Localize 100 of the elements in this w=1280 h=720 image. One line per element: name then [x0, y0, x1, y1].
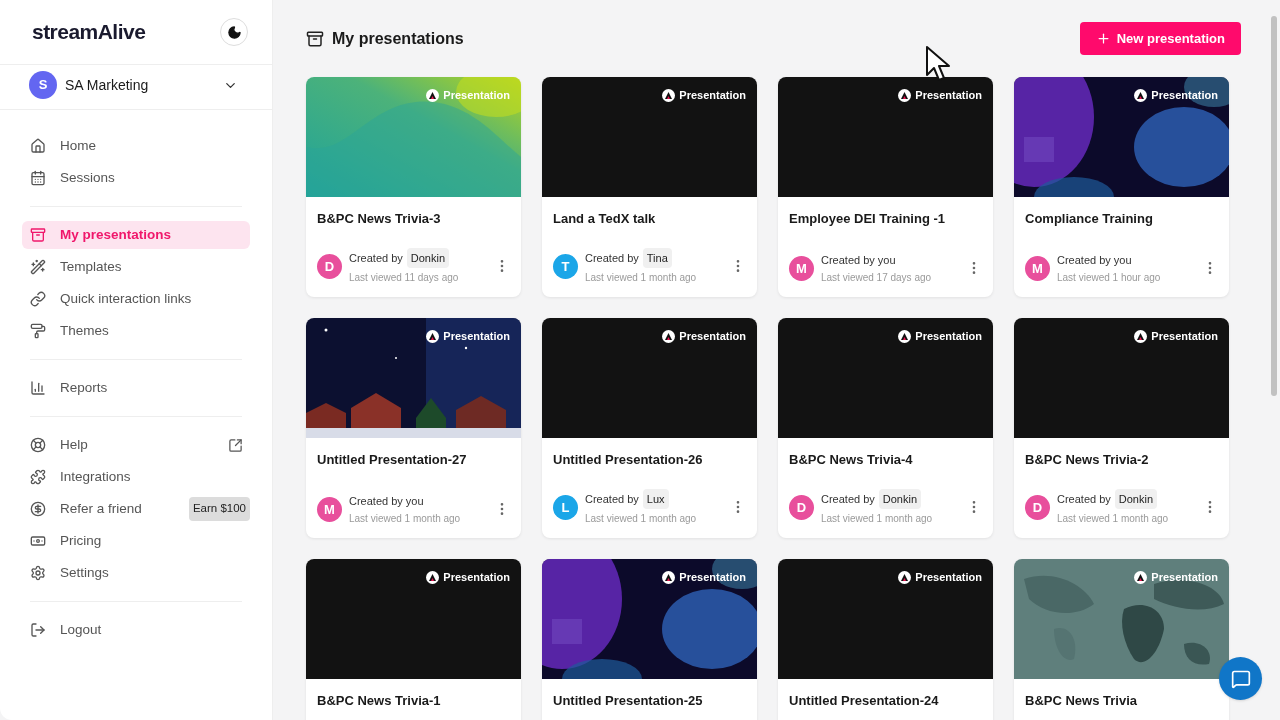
logout-icon [30, 622, 46, 638]
type-label: Presentation [1151, 88, 1218, 103]
created-by-text: Created by [349, 250, 403, 266]
type-label: Presentation [679, 329, 746, 344]
created-by-text: Created by [585, 250, 639, 266]
avatar: L [553, 494, 578, 520]
archive-icon [306, 29, 324, 48]
paint-roller-icon [30, 323, 46, 339]
type-label: Presentation [1151, 570, 1218, 585]
earn-badge: Earn $100 [188, 497, 250, 521]
presentation-title: B&PC News Trivia-2 [1025, 451, 1150, 469]
presentation-card[interactable]: Presentation Untitled Presentation-25 [542, 559, 757, 720]
presentation-title: B&PC News Trivia [1025, 692, 1138, 710]
presentation-card[interactable]: Presentation B&PC News Trivia-3 D Created by Donkin Last viewed 11 days ago [306, 77, 521, 297]
logo-icon [898, 88, 912, 102]
workspace-selector[interactable]: S SA Marketing [0, 65, 272, 105]
presentation-title: Compliance Training [1025, 210, 1154, 228]
logo-icon [1134, 88, 1148, 102]
nav-item[interactable]: Integrations [22, 463, 250, 491]
creator-tag: Donkin [878, 488, 922, 509]
last-viewed-text: Last viewed 1 hour ago [1057, 271, 1162, 285]
presentation-card[interactable]: Presentation Land a TedX talk T Created by Tina Last viewed 1 month ago [542, 77, 757, 297]
avatar: M [1025, 255, 1050, 281]
type-label: Presentation [679, 88, 746, 103]
presentation-title: Land a TedX talk [553, 210, 657, 228]
link-icon [30, 291, 46, 307]
presentation-title: B&PC News Trivia-4 [789, 451, 914, 469]
nav-item[interactable]: Sessions [22, 164, 250, 192]
banknote-icon [30, 533, 46, 549]
logo-icon [1134, 570, 1148, 584]
page-title: My presentations [332, 28, 464, 49]
created-by-text: Created by you [349, 493, 424, 509]
nav-item[interactable]: Reports [22, 374, 250, 402]
help-icon [30, 437, 46, 453]
created-by-text: Created by [585, 491, 639, 507]
presentation-card[interactable]: Presentation Compliance Training M Created by you Last viewed 1 hour ago [1014, 77, 1229, 297]
plus-icon [1095, 31, 1111, 46]
creator-tag: Donkin [1114, 488, 1158, 509]
nav-item[interactable]: Logout [22, 616, 250, 644]
avatar: D [1025, 494, 1050, 520]
nav-item[interactable]: Refer a friend Earn $100 [22, 495, 250, 523]
created-by-text: Created by [1057, 491, 1111, 507]
avatar: T [553, 253, 578, 279]
created-by-text: Created by you [1057, 252, 1132, 268]
last-viewed-text: Last viewed 1 month ago [1057, 512, 1170, 526]
last-viewed-text: Last viewed 1 month ago [585, 271, 698, 285]
bar-chart-icon [30, 380, 46, 396]
nav-item[interactable]: Quick interaction links [22, 285, 250, 313]
home-icon [30, 138, 46, 154]
presentation-card[interactable]: Presentation Employee DEI Training -1 M Created by you Last viewed 17 days ago [778, 77, 993, 297]
nav-item[interactable]: Settings [22, 559, 250, 587]
logo-icon [898, 570, 912, 584]
type-label: Presentation [679, 570, 746, 585]
logo-icon [1134, 329, 1148, 343]
presentation-title: Untitled Presentation-24 [789, 692, 940, 710]
last-viewed-text: Last viewed 11 days ago [349, 271, 460, 285]
creator-tag: Tina [642, 247, 672, 268]
presentation-card[interactable]: Presentation B&PC News Trivia-2 D Created by Donkin Last viewed 1 month ago [1014, 318, 1229, 538]
chat-button[interactable] [1219, 657, 1262, 700]
nav-item[interactable]: Help [22, 431, 250, 459]
external-link-icon[interactable] [228, 437, 243, 453]
presentation-card[interactable]: Presentation Untitled Presentation-26 L Created by Lux Last viewed 1 month ago [542, 318, 757, 538]
avatar: D [317, 253, 342, 279]
type-label: Presentation [915, 88, 982, 103]
nav-item[interactable]: Pricing [22, 527, 250, 555]
last-viewed-text: Last viewed 1 month ago [349, 512, 462, 526]
nav-item[interactable]: Themes [22, 317, 250, 345]
nav-item[interactable]: Templates [22, 253, 250, 281]
avatar: M [317, 496, 342, 522]
type-label: Presentation [1151, 329, 1218, 344]
type-label: Presentation [443, 329, 510, 344]
magic-wand-icon [30, 259, 46, 275]
presentation-card[interactable]: Presentation B&PC News Trivia-1 [306, 559, 521, 720]
presentation-card[interactable]: Presentation B&PC News Trivia [1014, 559, 1229, 720]
logo-icon [662, 88, 676, 102]
workspace-avatar: S [29, 71, 57, 99]
calendar-icon [30, 170, 46, 186]
logo-icon [426, 329, 440, 343]
new-presentation-button[interactable]: New presentation [1079, 22, 1241, 55]
presentation-title: Untitled Presentation-25 [553, 692, 704, 710]
avatar: M [789, 255, 814, 281]
presentation-title: Untitled Presentation-27 [317, 451, 468, 469]
dollar-icon [30, 501, 46, 517]
logo-icon [662, 329, 676, 343]
presentation-card[interactable]: Presentation Untitled Presentation-24 [778, 559, 993, 720]
logo-icon [426, 88, 440, 102]
presentation-title: Employee DEI Training -1 [789, 210, 947, 228]
presentation-card[interactable]: Presentation B&PC News Trivia-4 D Created by Donkin Last viewed 1 month ago [778, 318, 993, 538]
type-label: Presentation [443, 88, 510, 103]
logo-icon [898, 329, 912, 343]
presentation-card[interactable]: Presentation Untitled Presentation-27 M Created by you Last viewed 1 month ago [306, 318, 521, 538]
nav-item[interactable]: Home [22, 132, 250, 160]
logo-icon [662, 570, 676, 584]
presentation-title: B&PC News Trivia-1 [317, 692, 442, 710]
avatar: D [789, 494, 814, 520]
settings-icon [30, 565, 46, 581]
archive-icon [30, 227, 46, 243]
last-viewed-text: Last viewed 1 month ago [821, 512, 934, 526]
presentation-title: B&PC News Trivia-3 [317, 210, 442, 228]
last-viewed-text: Last viewed 17 days ago [821, 271, 933, 285]
